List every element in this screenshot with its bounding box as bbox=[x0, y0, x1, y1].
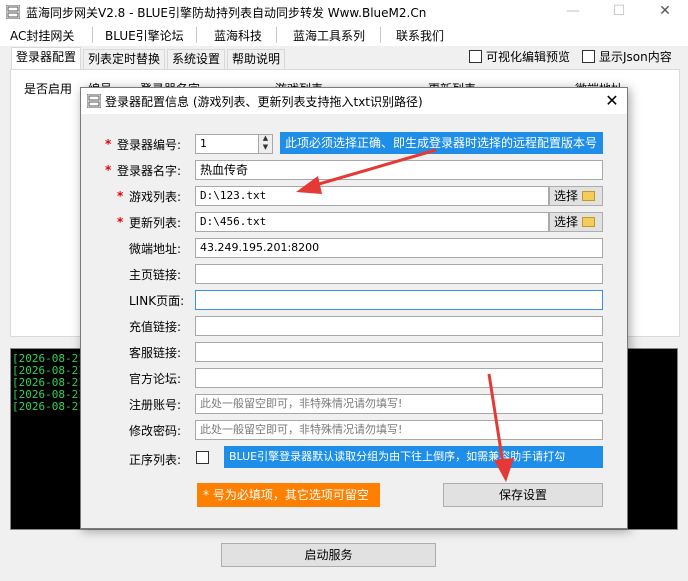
menu-lanhai-tech[interactable]: 蓝海科技 bbox=[214, 27, 262, 44]
launcher-no-stepper[interactable]: 1 ▲ ▼ bbox=[195, 134, 273, 154]
app-icon bbox=[87, 94, 101, 108]
menu-divider bbox=[196, 27, 197, 43]
recharge-link-label: 充值链接: bbox=[129, 320, 182, 334]
update-list-input[interactable]: D:\456.txt bbox=[195, 212, 549, 232]
show-json-label: 显示Json内容 bbox=[599, 50, 672, 64]
stepper-buttons[interactable]: ▲ ▼ bbox=[258, 135, 272, 153]
stepper-down-icon[interactable]: ▼ bbox=[259, 143, 272, 152]
menu-divider bbox=[92, 27, 93, 43]
show-json-checkbox[interactable]: 显示Json内容 bbox=[582, 48, 672, 65]
launcher-name-input[interactable]: 热血传奇 bbox=[195, 160, 603, 180]
game-list-label: 游戏列表: bbox=[129, 190, 182, 204]
update-list-label: 更新列表: bbox=[129, 216, 182, 230]
pick-label: 选择 bbox=[554, 215, 579, 229]
update-list-pick-button[interactable]: 选择 bbox=[549, 212, 603, 232]
required-mark: * bbox=[117, 215, 124, 229]
start-service-button[interactable]: 启动服务 bbox=[221, 543, 436, 567]
visual-edit-label: 可视化编辑预览 bbox=[486, 50, 571, 64]
forum-input[interactable] bbox=[195, 368, 603, 388]
dialog-close-button[interactable]: ✕ bbox=[599, 89, 625, 113]
home-link-label: 主页链接: bbox=[129, 268, 182, 282]
menu-blue-forum[interactable]: BLUE引擎论坛 bbox=[105, 27, 184, 44]
tab-launcher-config[interactable]: 登录器配置 bbox=[11, 47, 82, 69]
home-link-input[interactable] bbox=[195, 264, 603, 284]
tab-system-settings[interactable]: 系统设置 bbox=[167, 49, 226, 69]
folder-icon bbox=[582, 217, 596, 227]
menu-divider bbox=[380, 27, 381, 43]
config-dialog: 登录器配置信息 (游戏列表、更新列表支持拖入txt识别路径) ✕ * 登录器编号… bbox=[80, 87, 628, 529]
service-link-input[interactable] bbox=[195, 342, 603, 362]
change-pwd-label: 修改密码: bbox=[129, 424, 182, 438]
version-note: 此项必须选择正确、即生成登录器时选择的远程配置版本号 bbox=[280, 132, 603, 154]
dialog-title: 登录器配置信息 (游戏列表、更新列表支持拖入txt识别路径) bbox=[105, 95, 423, 109]
checkbox-box[interactable] bbox=[469, 50, 482, 63]
launcher-no-label: 登录器编号: bbox=[117, 138, 182, 152]
save-settings-button[interactable]: 保存设置 bbox=[443, 483, 603, 507]
menu-divider bbox=[276, 27, 277, 43]
register-label: 注册账号: bbox=[129, 398, 182, 412]
col-header-enabled[interactable]: 是否启用 bbox=[24, 80, 72, 97]
order-list-checkbox[interactable] bbox=[196, 451, 209, 464]
service-link-label: 客服链接: bbox=[129, 346, 182, 360]
tab-list-replace[interactable]: 列表定时替换 bbox=[83, 49, 166, 69]
tab-help[interactable]: 帮助说明 bbox=[227, 49, 286, 69]
required-note: * 号为必填项，其它选项可留空 bbox=[197, 483, 380, 507]
visual-edit-checkbox[interactable]: 可视化编辑预览 bbox=[469, 48, 570, 65]
log-line: [2026-08-21 bbox=[12, 400, 85, 413]
recharge-link-input[interactable] bbox=[195, 316, 603, 336]
window-title: 蓝海同步网关V2.8 - BLUE引擎防劫持列表自动同步转发 Www.BlueM… bbox=[26, 6, 427, 20]
game-list-pick-button[interactable]: 选择 bbox=[549, 186, 603, 206]
required-mark: * bbox=[117, 189, 124, 203]
menu-contact[interactable]: 联系我们 bbox=[396, 27, 444, 44]
game-list-input[interactable]: D:\123.txt bbox=[195, 186, 549, 206]
link-page-input[interactable] bbox=[195, 290, 603, 310]
change-pwd-input[interactable]: 此处一般留空即可，非特殊情况请勿填写! bbox=[195, 420, 603, 440]
forum-label: 官方论坛: bbox=[129, 372, 182, 386]
link-page-label: LINK页面: bbox=[129, 294, 185, 308]
micro-addr-label: 微端地址: bbox=[129, 242, 182, 256]
menu-bar: AC封挂网关 BLUE引擎论坛 蓝海科技 蓝海工具系列 联系我们 bbox=[0, 24, 688, 46]
app-icon bbox=[6, 5, 20, 19]
stepper-up-icon[interactable]: ▲ bbox=[259, 135, 272, 143]
order-note: BLUE引擎登录器默认读取分组为由下往上倒序，如需兼容助手请打勾 bbox=[224, 446, 603, 468]
close-button[interactable]: ✕ bbox=[642, 0, 688, 24]
micro-addr-input[interactable]: 43.249.195.201:8200 bbox=[195, 238, 603, 258]
pick-label: 选择 bbox=[554, 189, 579, 203]
register-input[interactable]: 此处一般留空即可，非特殊情况请勿填写! bbox=[195, 394, 603, 414]
menu-ac-anticheat[interactable]: AC封挂网关 bbox=[10, 27, 74, 44]
required-mark: * bbox=[105, 163, 112, 177]
minimize-button[interactable]: — bbox=[550, 0, 596, 24]
launcher-name-label: 登录器名字: bbox=[117, 164, 182, 178]
required-mark: * bbox=[105, 137, 112, 151]
title-bar: 蓝海同步网关V2.8 - BLUE引擎防劫持列表自动同步转发 Www.BlueM… bbox=[0, 0, 688, 24]
menu-tools[interactable]: 蓝海工具系列 bbox=[293, 27, 365, 44]
order-list-label: 正序列表: bbox=[129, 453, 182, 467]
launcher-no-value: 1 bbox=[200, 137, 207, 150]
dialog-title-bar: 登录器配置信息 (游戏列表、更新列表支持拖入txt识别路径) ✕ bbox=[81, 88, 627, 114]
folder-icon bbox=[582, 191, 596, 201]
maximize-button[interactable]: ☐ bbox=[596, 0, 642, 24]
checkbox-box[interactable] bbox=[582, 50, 595, 63]
